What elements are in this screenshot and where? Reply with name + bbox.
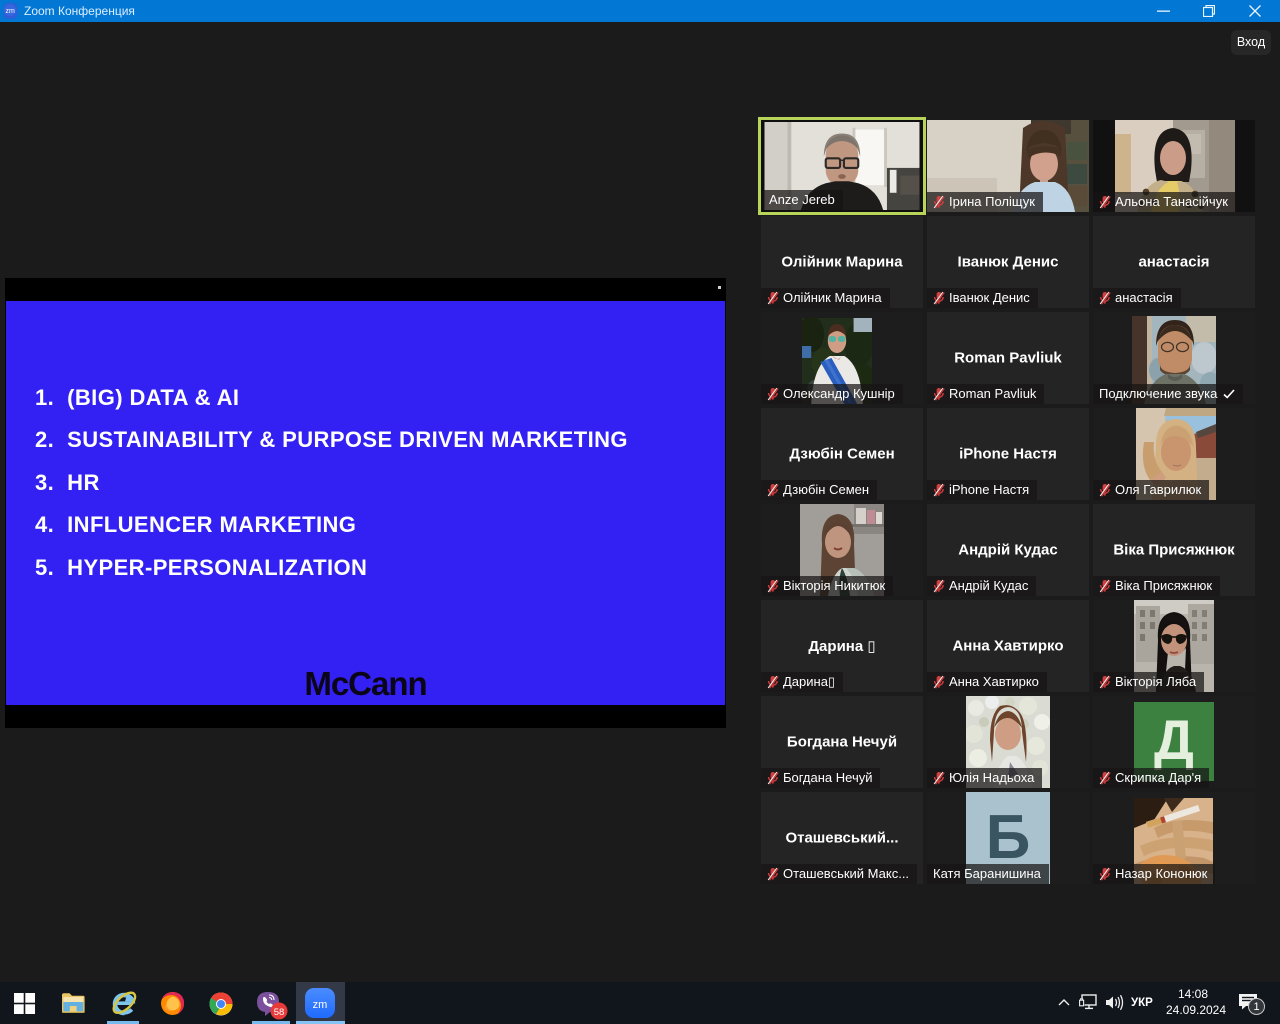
svg-text:58: 58 [274,1007,285,1018]
svg-text:zm: zm [313,999,328,1011]
svg-text:zm: zm [6,8,16,15]
